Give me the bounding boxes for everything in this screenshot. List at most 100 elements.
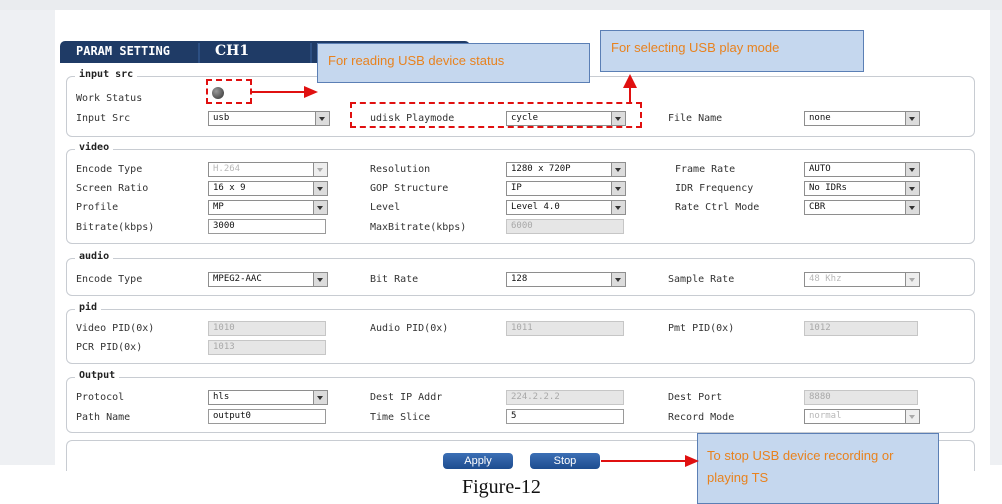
playmode-highlight <box>350 102 642 128</box>
chevron-down-icon <box>611 273 625 286</box>
selected-value: 48 Khz <box>809 274 842 284</box>
path-name-label: Path Name <box>76 412 131 423</box>
record-mode-select[interactable]: normal <box>804 409 920 424</box>
bitrate-label: Bitrate(kbps) <box>76 222 155 233</box>
video-pid-input[interactable]: 1010 <box>208 321 326 336</box>
dest-ip-label: Dest IP Addr <box>370 392 443 403</box>
pcr-pid-label: PCR PID(0x) <box>76 342 143 353</box>
resolution-label: Resolution <box>370 164 431 175</box>
video-encode-type-select[interactable]: H.264 <box>208 162 328 177</box>
profile-select[interactable]: MP <box>208 200 328 215</box>
video-encode-type-label: Encode Type <box>76 164 143 175</box>
time-slice-input[interactable]: 5 <box>506 409 624 424</box>
selected-value: H.264 <box>213 164 241 174</box>
gop-structure-select[interactable]: IP <box>506 181 626 196</box>
selected-value: normal <box>809 411 842 421</box>
stop-arrow-line <box>601 460 687 462</box>
screen-ratio-label: Screen Ratio <box>76 183 149 194</box>
tab-separator <box>198 43 200 63</box>
chevron-down-icon <box>313 182 327 195</box>
selected-value: 128 <box>511 274 528 284</box>
rate-ctrl-mode-select[interactable]: CBR <box>804 200 920 215</box>
gop-structure-label: GOP Structure <box>370 183 449 194</box>
selected-value: hls <box>213 392 230 402</box>
level-select[interactable]: Level 4.0 <box>506 200 626 215</box>
input-src-select[interactable]: usb <box>208 111 330 126</box>
group-legend: audio <box>75 251 114 262</box>
selected-value: MPEG2-AAC <box>213 274 262 284</box>
idr-frequency-label: IDR Frequency <box>675 183 754 194</box>
param-setting-title: PARAM SETTING <box>76 44 170 58</box>
selected-value: 1280 x 720P <box>511 164 571 174</box>
sample-rate-select[interactable]: 48 Khz <box>804 272 920 287</box>
sample-rate-label: Sample Rate <box>668 274 735 285</box>
work-status-label: Work Status <box>76 93 143 104</box>
selected-value: MP <box>213 202 224 212</box>
status-arrow-line <box>252 91 306 93</box>
bitrate-input[interactable]: 3000 <box>208 219 326 234</box>
chevron-down-icon <box>313 273 327 286</box>
dest-ip-input[interactable]: 224.2.2.2 <box>506 390 624 405</box>
chevron-down-icon <box>905 182 919 195</box>
bit-rate-select[interactable]: 128 <box>506 272 626 287</box>
resolution-select[interactable]: 1280 x 720P <box>506 162 626 177</box>
selected-value: IP <box>511 183 522 193</box>
selected-value: Level 4.0 <box>511 202 560 212</box>
group-pid: pid <box>66 302 975 364</box>
record-mode-label: Record Mode <box>668 412 735 423</box>
selected-value: none <box>809 113 831 123</box>
group-legend: input src <box>75 69 138 80</box>
protocol-select[interactable]: hls <box>208 390 328 405</box>
audio-pid-input[interactable]: 1011 <box>506 321 624 336</box>
file-name-select[interactable]: none <box>804 111 920 126</box>
chevron-down-icon <box>313 163 327 176</box>
maxbitrate-label: MaxBitrate(kbps) <box>370 222 467 233</box>
group-legend: Output <box>75 370 120 381</box>
selected-value: 16 x 9 <box>213 183 246 193</box>
arrow-right-icon <box>685 455 699 467</box>
profile-label: Profile <box>76 202 119 213</box>
selected-value: CBR <box>809 202 826 212</box>
work-status-highlight <box>206 79 252 104</box>
figure-caption: Figure-12 <box>462 476 541 498</box>
group-legend: pid <box>75 302 102 313</box>
chevron-down-icon <box>611 182 625 195</box>
group-output: Output <box>66 370 975 433</box>
chevron-down-icon <box>905 112 919 125</box>
tab-separator <box>310 43 312 63</box>
screen-ratio-select[interactable]: 16 x 9 <box>208 181 328 196</box>
idr-frequency-select[interactable]: No IDRs <box>804 181 920 196</box>
chevron-down-icon <box>905 273 919 286</box>
pmt-pid-label: Pmt PID(0x) <box>668 323 735 334</box>
pmt-pid-input[interactable]: 1012 <box>804 321 918 336</box>
audio-encode-type-select[interactable]: MPEG2-AAC <box>208 272 328 287</box>
audio-pid-label: Audio PID(0x) <box>370 323 449 334</box>
chevron-down-icon <box>315 112 329 125</box>
frame-rate-select[interactable]: AUTO <box>804 162 920 177</box>
usb-status-callout: For reading USB device status <box>317 43 590 83</box>
dest-port-input[interactable]: 8880 <box>804 390 918 405</box>
chevron-down-icon <box>905 410 919 423</box>
chevron-down-icon <box>313 391 327 404</box>
usb-playmode-callout: For selecting USB play mode <box>600 30 864 72</box>
frame-rate-label: Frame Rate <box>675 164 736 175</box>
playmode-arrow-line <box>629 86 631 102</box>
chevron-down-icon <box>905 163 919 176</box>
input-src-label: Input Src <box>76 113 131 124</box>
maxbitrate-input[interactable]: 6000 <box>506 219 624 234</box>
video-pid-label: Video PID(0x) <box>76 323 155 334</box>
dest-port-label: Dest Port <box>668 392 723 403</box>
selected-value: No IDRs <box>809 183 847 193</box>
tab-ch1[interactable]: CH1 <box>215 43 249 59</box>
selected-value: AUTO <box>809 164 831 174</box>
chevron-down-icon <box>611 163 625 176</box>
stop-note-callout: To stop USB device recording or playing … <box>697 433 939 504</box>
selected-value: usb <box>213 113 230 123</box>
apply-button[interactable]: Apply <box>443 453 513 469</box>
path-name-input[interactable]: output0 <box>208 409 326 424</box>
pcr-pid-input[interactable]: 1013 <box>208 340 326 355</box>
time-slice-label: Time Slice <box>370 412 431 423</box>
arrow-up-icon <box>623 74 637 88</box>
arrow-right-icon <box>304 86 318 98</box>
stop-button[interactable]: Stop <box>530 453 600 469</box>
